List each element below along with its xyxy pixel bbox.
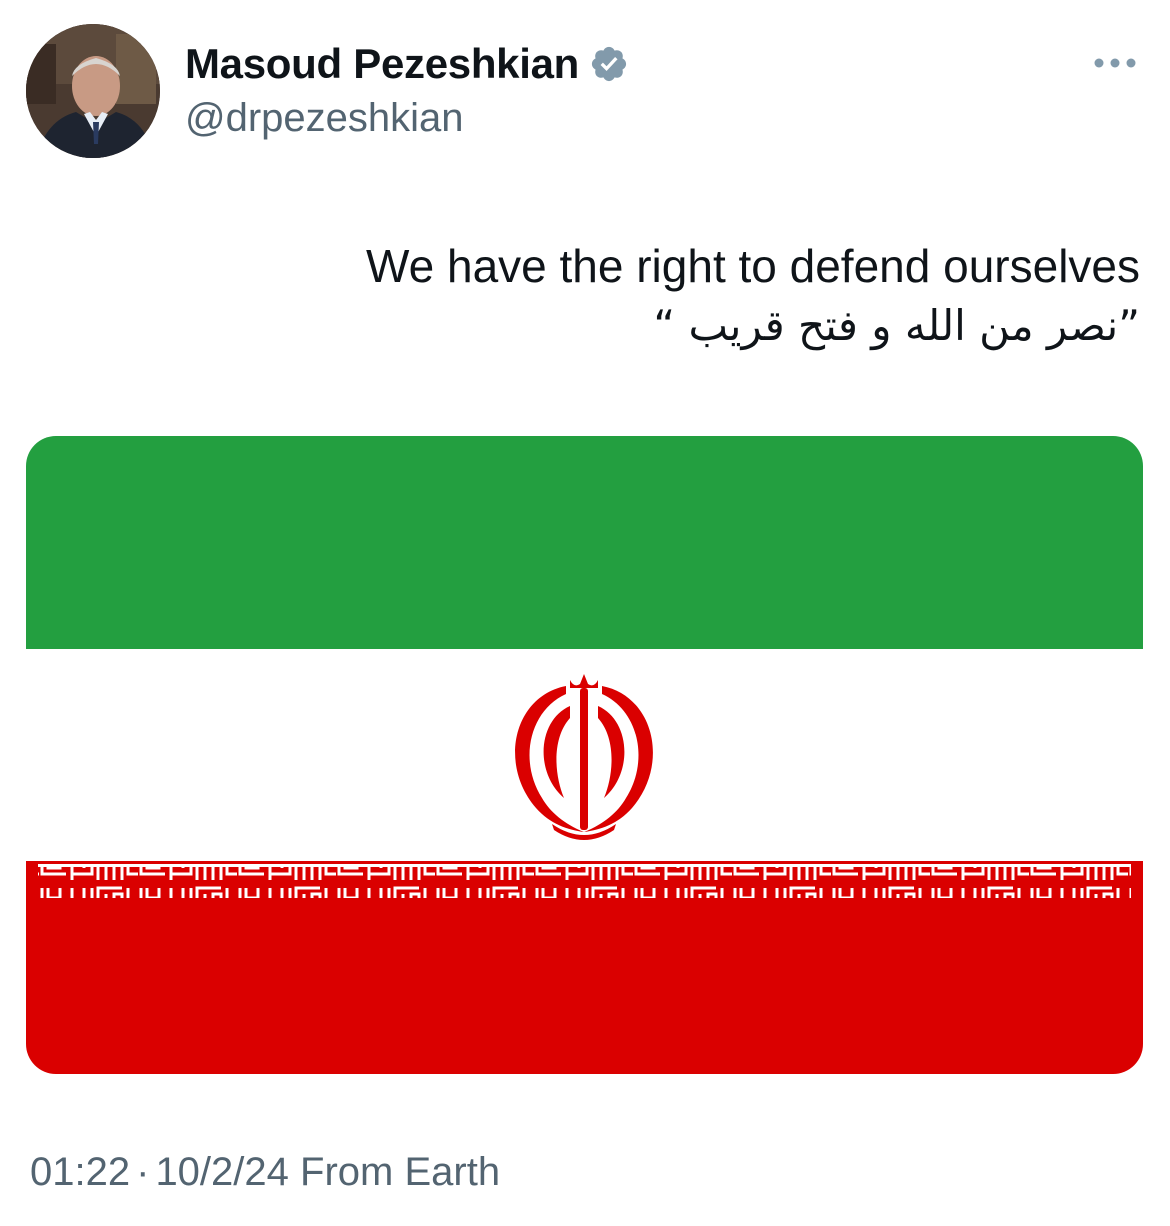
- more-horizontal-icon[interactable]: [1090, 48, 1140, 78]
- tweet-time[interactable]: 01:22: [30, 1150, 130, 1194]
- tweet-source: From Earth: [300, 1150, 501, 1194]
- verified-badge-icon: [589, 44, 629, 84]
- tweet-metadata: 01:22 · 10/2/24 From Earth: [30, 1148, 500, 1196]
- tweet-text-line-arabic: ”نصر من الله و فتح قريب “: [653, 301, 1140, 350]
- tweet-text: We have the right to defend ourselves ”ن…: [30, 236, 1140, 356]
- tweet-text-line-english: We have the right to defend ourselves: [366, 240, 1140, 292]
- iran-flag-image: [26, 436, 1143, 1074]
- avatar[interactable]: [26, 24, 160, 158]
- author-display-name[interactable]: Masoud Pezeshkian: [185, 40, 579, 88]
- tweet-media[interactable]: [26, 436, 1143, 1074]
- author-handle[interactable]: @drpezeshkian: [185, 94, 464, 142]
- meta-separator: ·: [136, 1150, 150, 1194]
- author-display-name-row[interactable]: Masoud Pezeshkian: [185, 40, 629, 88]
- tweet-date[interactable]: 10/2/24: [155, 1150, 288, 1194]
- avatar-photo: [26, 24, 160, 158]
